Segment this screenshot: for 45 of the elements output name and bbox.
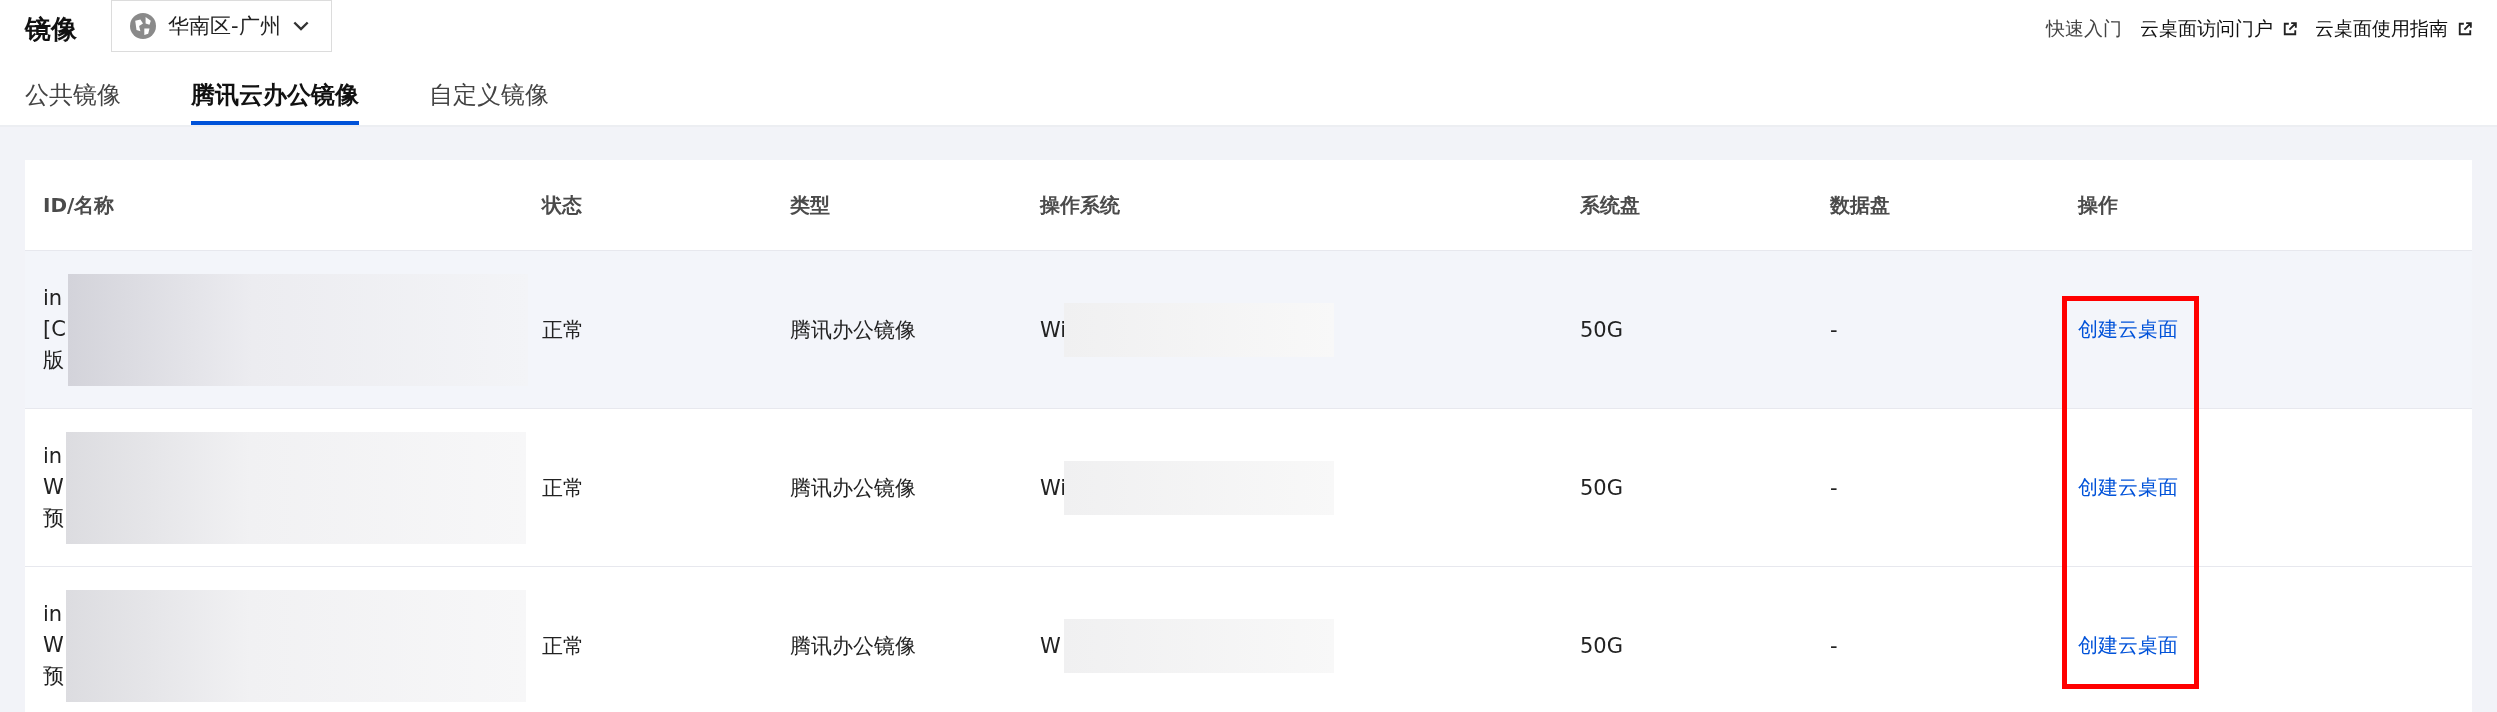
table-cell: -	[1830, 633, 1838, 658]
table-cell: in	[43, 443, 64, 469]
column-header: 类型	[790, 191, 830, 219]
table-cell-text: 腾讯办公镜像	[790, 316, 916, 344]
globe-icon	[130, 13, 156, 39]
table-cell: in	[43, 601, 64, 627]
tab[interactable]: 自定义镜像	[429, 58, 549, 125]
table-cell: 预	[43, 506, 64, 532]
table-cell: -	[1830, 317, 1838, 342]
table-cell: W	[43, 632, 64, 659]
table-cell-text: 正常	[542, 474, 584, 502]
table-cell: 预	[43, 664, 64, 690]
region-select[interactable]: 华南区-广州	[111, 0, 332, 52]
column-header: ID/名称	[43, 191, 115, 219]
table-cell: 50G	[1580, 633, 1623, 658]
create-desktop-link[interactable]: 创建云桌面	[2078, 474, 2178, 501]
table-cell: 50G	[1580, 317, 1623, 342]
table-cell: Wi	[1040, 475, 1067, 500]
header-link[interactable]: 云桌面使用指南	[2315, 16, 2472, 42]
table-cell-text: in	[43, 285, 64, 311]
page-title: 镜像	[25, 12, 77, 46]
table-cell: W	[43, 474, 64, 501]
table-cell: Wi	[1040, 317, 1067, 342]
table-cell-text: 正常	[542, 316, 584, 344]
column-header: 操作系统	[1040, 191, 1120, 219]
chevron-down-icon	[292, 20, 309, 32]
column-header: 系统盘	[1580, 191, 1640, 219]
create-desktop-link[interactable]: 创建云桌面	[2078, 632, 2178, 659]
table-cell-text: 腾讯办公镜像	[790, 474, 916, 502]
table-cell: 50G	[1580, 475, 1623, 500]
external-link-icon	[2458, 22, 2472, 36]
table-cell-text: 正常	[542, 632, 584, 660]
column-header: 数据盘	[1830, 191, 1890, 219]
column-header: 操作	[2078, 191, 2118, 219]
table-cell: W	[1040, 633, 1061, 658]
header-link[interactable]: 快速入门	[2046, 16, 2122, 42]
create-desktop-link[interactable]: 创建云桌面	[2078, 316, 2178, 343]
tab[interactable]: 公共镜像	[25, 58, 121, 125]
header-link[interactable]: 云桌面访问门户	[2140, 16, 2297, 42]
table-cell: [C	[43, 316, 66, 343]
table-cell-text: 版	[43, 348, 65, 374]
table-cell: -	[1830, 475, 1838, 500]
column-header: 状态	[542, 191, 582, 219]
external-link-icon	[2283, 22, 2297, 36]
table-cell-text: 腾讯办公镜像	[790, 632, 916, 660]
